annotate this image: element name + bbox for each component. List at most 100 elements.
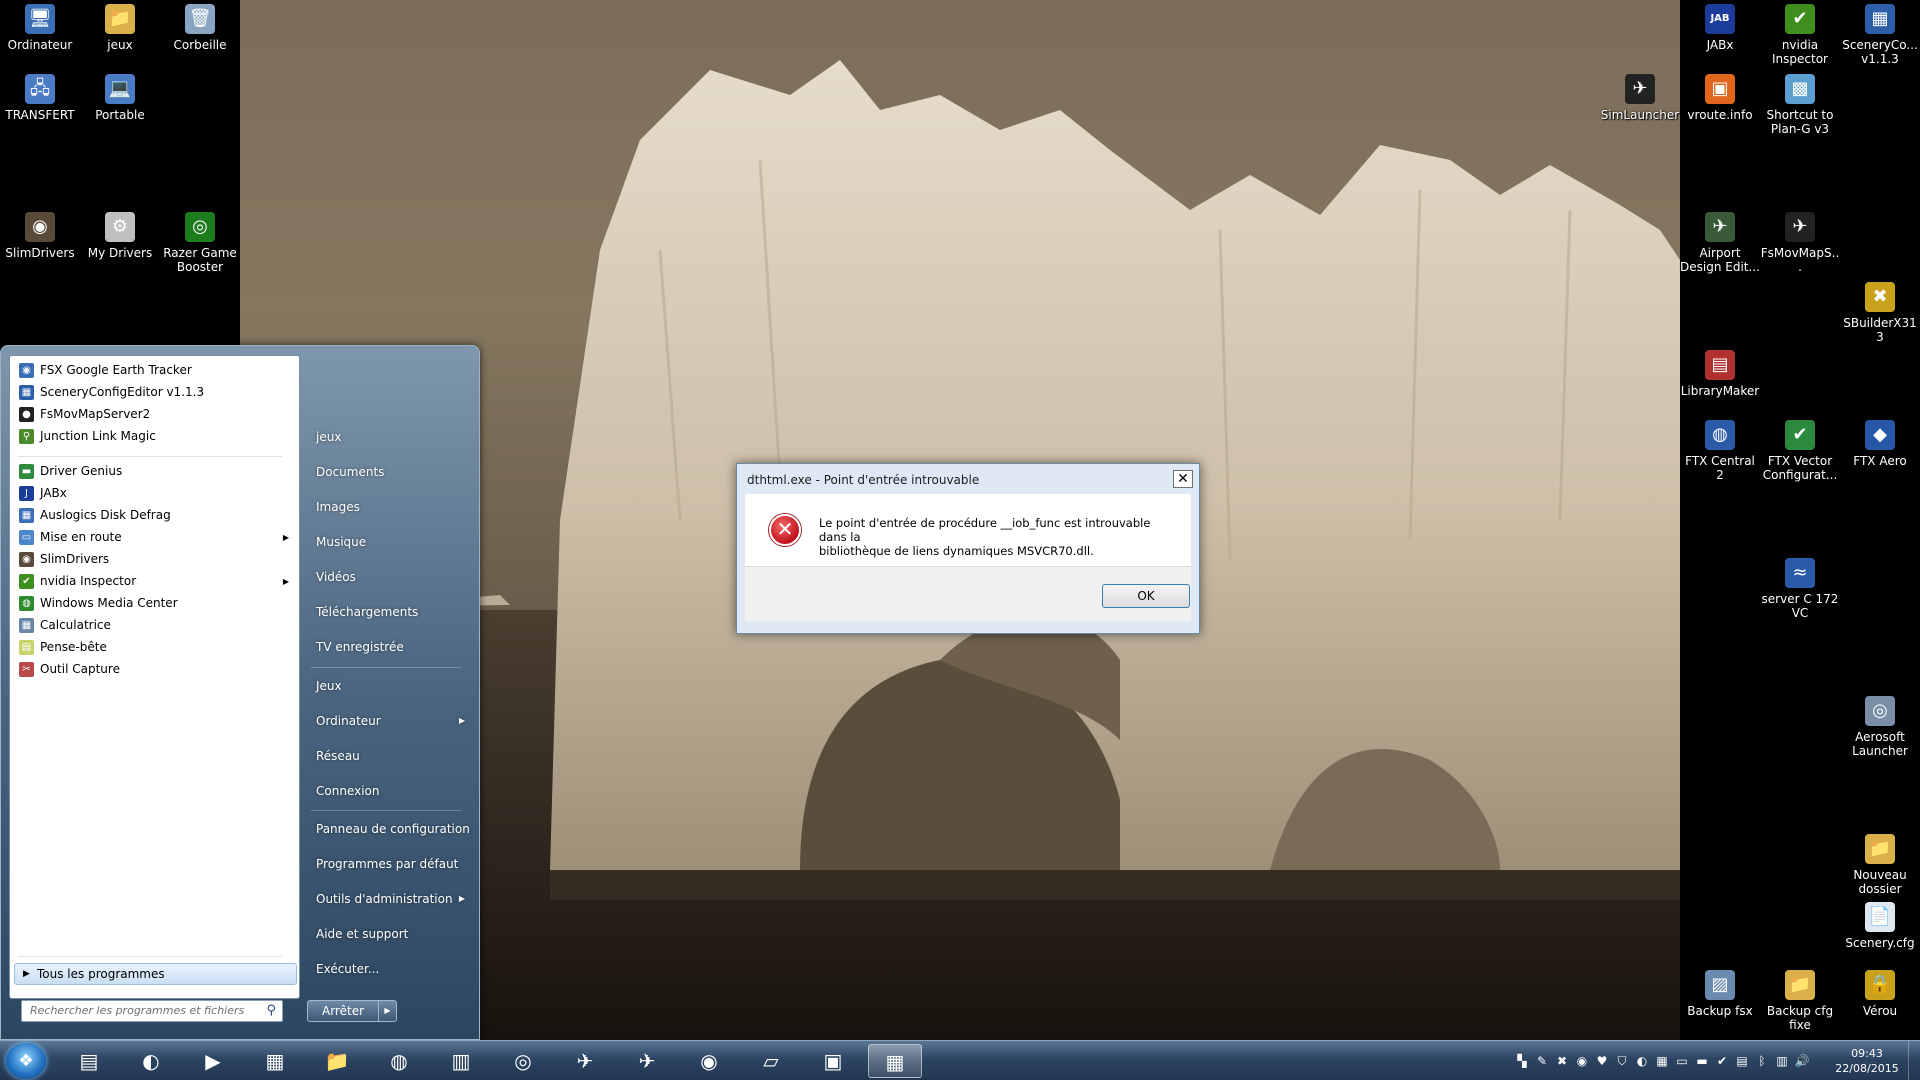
taskbar-button[interactable]: ▦ xyxy=(868,1044,922,1078)
start-menu-program[interactable]: ◉ FSX Google Earth Tracker xyxy=(14,360,297,381)
start-menu-program[interactable]: ◉ SlimDrivers xyxy=(14,549,297,570)
tray-app-2-icon[interactable]: ✎ xyxy=(1534,1053,1550,1069)
start-menu-program[interactable]: ✔ nvidia Inspector ▶ xyxy=(14,571,297,592)
folder-icon: 📁 xyxy=(324,1049,350,1073)
start-menu-link[interactable]: Vidéos xyxy=(307,562,473,592)
start-menu-program[interactable]: ✂ Outil Capture xyxy=(14,659,297,680)
start-menu-program[interactable]: J JABx xyxy=(14,483,297,504)
tray-app-4-icon[interactable]: ◉ xyxy=(1574,1053,1590,1069)
desktop-icon[interactable]: ✔ nvidia Inspector xyxy=(1760,0,1840,66)
fsmovmap-icon: ✈ xyxy=(1785,212,1815,242)
desktop-icon[interactable]: ✖ SBuilderX313 xyxy=(1840,278,1920,344)
taskbar-button[interactable]: 📁 xyxy=(310,1044,364,1078)
desktop-icon[interactable]: 🔒 Vérou xyxy=(1840,966,1920,1018)
taskbar-button[interactable]: ▶ xyxy=(186,1044,240,1078)
volume-icon[interactable]: 🔊 xyxy=(1794,1053,1810,1069)
start-menu-link[interactable]: Téléchargements xyxy=(307,597,473,627)
desktop-icon[interactable]: 📁 Nouveau dossier xyxy=(1840,830,1920,896)
show-desktop-button[interactable] xyxy=(1908,1041,1920,1080)
desktop-icon[interactable]: 🖧 TRANSFERT xyxy=(0,70,80,122)
close-icon[interactable]: ✕ xyxy=(1173,470,1193,488)
desktop-icon[interactable]: ✈ SimLauncher xyxy=(1600,70,1680,122)
desktop-icon[interactable]: 📁 jeux xyxy=(80,0,160,52)
start-menu-link[interactable]: Connexion xyxy=(307,776,473,806)
start-menu-link[interactable]: TV enregistrée xyxy=(307,632,473,662)
desktop-icon[interactable]: ≈ server C 172 VC xyxy=(1760,554,1840,620)
start-menu-link[interactable]: Documents xyxy=(307,457,473,487)
taskbar-button[interactable]: ✈ xyxy=(620,1044,674,1078)
start-menu-link[interactable]: Exécuter... xyxy=(307,954,473,984)
start-button[interactable]: ❖ xyxy=(6,1043,46,1079)
start-menu-program[interactable]: ◍ Windows Media Center xyxy=(14,593,297,614)
start-menu-program[interactable]: ▤ Pense-bête xyxy=(14,637,297,658)
bluetooth-icon[interactable]: ᛒ xyxy=(1754,1053,1770,1069)
taskbar-button[interactable]: ▥ xyxy=(434,1044,488,1078)
start-menu-link[interactable]: jeux xyxy=(307,422,473,452)
tray-app-9-icon[interactable]: ▭ xyxy=(1674,1053,1690,1069)
tray-app-10-icon[interactable]: ▬ xyxy=(1694,1053,1710,1069)
start-menu-link[interactable]: Panneau de configuration xyxy=(307,814,473,844)
taskbar-button[interactable]: ▱ xyxy=(744,1044,798,1078)
desktop-icon[interactable]: ▣ vroute.info xyxy=(1680,70,1760,122)
start-menu-program[interactable]: ▭ Mise en route ▶ xyxy=(14,527,297,548)
ok-button[interactable]: OK xyxy=(1102,584,1190,608)
tray-shield-icon[interactable]: ⛉ xyxy=(1614,1053,1630,1069)
tray-app-5-icon[interactable]: ♥ xyxy=(1594,1053,1610,1069)
taskbar-button[interactable]: ◍ xyxy=(372,1044,426,1078)
tray-app-1-icon[interactable]: ▚ xyxy=(1514,1053,1530,1069)
taskbar-button[interactable]: ◉ xyxy=(682,1044,736,1078)
start-menu-link[interactable]: Réseau xyxy=(307,741,473,771)
start-menu-program[interactable]: ▬ Driver Genius xyxy=(14,461,297,482)
start-menu-link[interactable]: Images xyxy=(307,492,473,522)
desktop-icon[interactable]: JAB JABx xyxy=(1680,0,1760,52)
start-menu-program[interactable]: ● FsMovMapServer2 xyxy=(14,404,297,425)
desktop-icon[interactable]: ✔ FTX Vector Configurat... xyxy=(1760,416,1840,482)
taskbar-button[interactable]: ▣ xyxy=(806,1044,860,1078)
start-menu-link[interactable]: Ordinateur ▶ xyxy=(307,706,473,736)
tray-app-8-icon[interactable]: ▦ xyxy=(1654,1053,1670,1069)
desktop-icon[interactable]: ⚙ My Drivers xyxy=(80,208,160,260)
fsmovmap-icon: ● xyxy=(19,407,34,422)
start-search-input[interactable]: Rechercher les programmes et fichiers ⚲ xyxy=(21,1000,283,1022)
folder-icon: 📁 xyxy=(1785,970,1815,1000)
network-icon[interactable]: ▥ xyxy=(1774,1053,1790,1069)
tray-app-7-icon[interactable]: ◐ xyxy=(1634,1053,1650,1069)
desktop-icon[interactable]: 🗑 Corbeille xyxy=(160,0,240,52)
desktop-icon[interactable]: ▦ SceneryCo... v1.1.3 xyxy=(1840,0,1920,66)
taskbar-button[interactable]: ◎ xyxy=(496,1044,550,1078)
desktop-icon[interactable]: ✈ Airport Design Edit... xyxy=(1680,208,1760,274)
desktop-icon[interactable]: ◎ Aerosoft Launcher xyxy=(1840,692,1920,758)
desktop-icon[interactable]: ▩ Shortcut to Plan-G v3 xyxy=(1760,70,1840,136)
tray-app-3-icon[interactable]: ✖ xyxy=(1554,1053,1570,1069)
desktop-icon[interactable]: ▤ LibraryMaker xyxy=(1680,346,1760,398)
shutdown-options-arrow-icon[interactable]: ▶ xyxy=(378,1001,396,1021)
taskbar-button[interactable]: ✈ xyxy=(558,1044,612,1078)
desktop-icon[interactable]: ◍ FTX Central 2 xyxy=(1680,416,1760,482)
clock[interactable]: 09:43 22/08/2015 xyxy=(1822,1046,1912,1076)
start-menu-link[interactable]: Musique xyxy=(307,527,473,557)
tray-app-11-icon[interactable]: ✔ xyxy=(1714,1053,1730,1069)
desktop-icon[interactable]: 💻 Portable xyxy=(80,70,160,122)
desktop-icon[interactable]: ✈ FsMovMapS... xyxy=(1760,208,1840,274)
taskbar-button[interactable]: ▤ xyxy=(62,1044,116,1078)
start-menu-link[interactable]: Aide et support xyxy=(307,919,473,949)
tray-app-12-icon[interactable]: ▤ xyxy=(1734,1053,1750,1069)
desktop-icon[interactable]: ◆ FTX Aero xyxy=(1840,416,1920,468)
start-menu-link[interactable]: Outils d'administration ▶ xyxy=(307,884,473,914)
all-programs-button[interactable]: ▶ Tous les programmes xyxy=(14,963,297,985)
start-menu-program[interactable]: ⚲ Junction Link Magic xyxy=(14,426,297,447)
start-menu-program[interactable]: ▦ SceneryConfigEditor v1.1.3 xyxy=(14,382,297,403)
desktop-icon[interactable]: 📁 Backup cfg fixe xyxy=(1760,966,1840,1032)
desktop-icon[interactable]: 📄 Scenery.cfg xyxy=(1840,898,1920,950)
taskbar-button[interactable]: ◐ xyxy=(124,1044,178,1078)
start-menu-program[interactable]: ▦ Calculatrice xyxy=(14,615,297,636)
desktop-icon[interactable]: 🖥 Ordinateur xyxy=(0,0,80,52)
desktop-icon[interactable]: ▨ Backup fsx xyxy=(1680,966,1760,1018)
start-menu-link[interactable]: Jeux xyxy=(307,671,473,701)
desktop-icon[interactable]: ◉ SlimDrivers xyxy=(0,208,80,260)
shutdown-button[interactable]: Arrêter ▶ xyxy=(307,1000,397,1022)
start-menu-program[interactable]: ▦ Auslogics Disk Defrag xyxy=(14,505,297,526)
desktop-icon[interactable]: ◎ Razer Game Booster xyxy=(160,208,240,274)
taskbar-button[interactable]: ▦ xyxy=(248,1044,302,1078)
start-menu-link[interactable]: Programmes par défaut xyxy=(307,849,473,879)
